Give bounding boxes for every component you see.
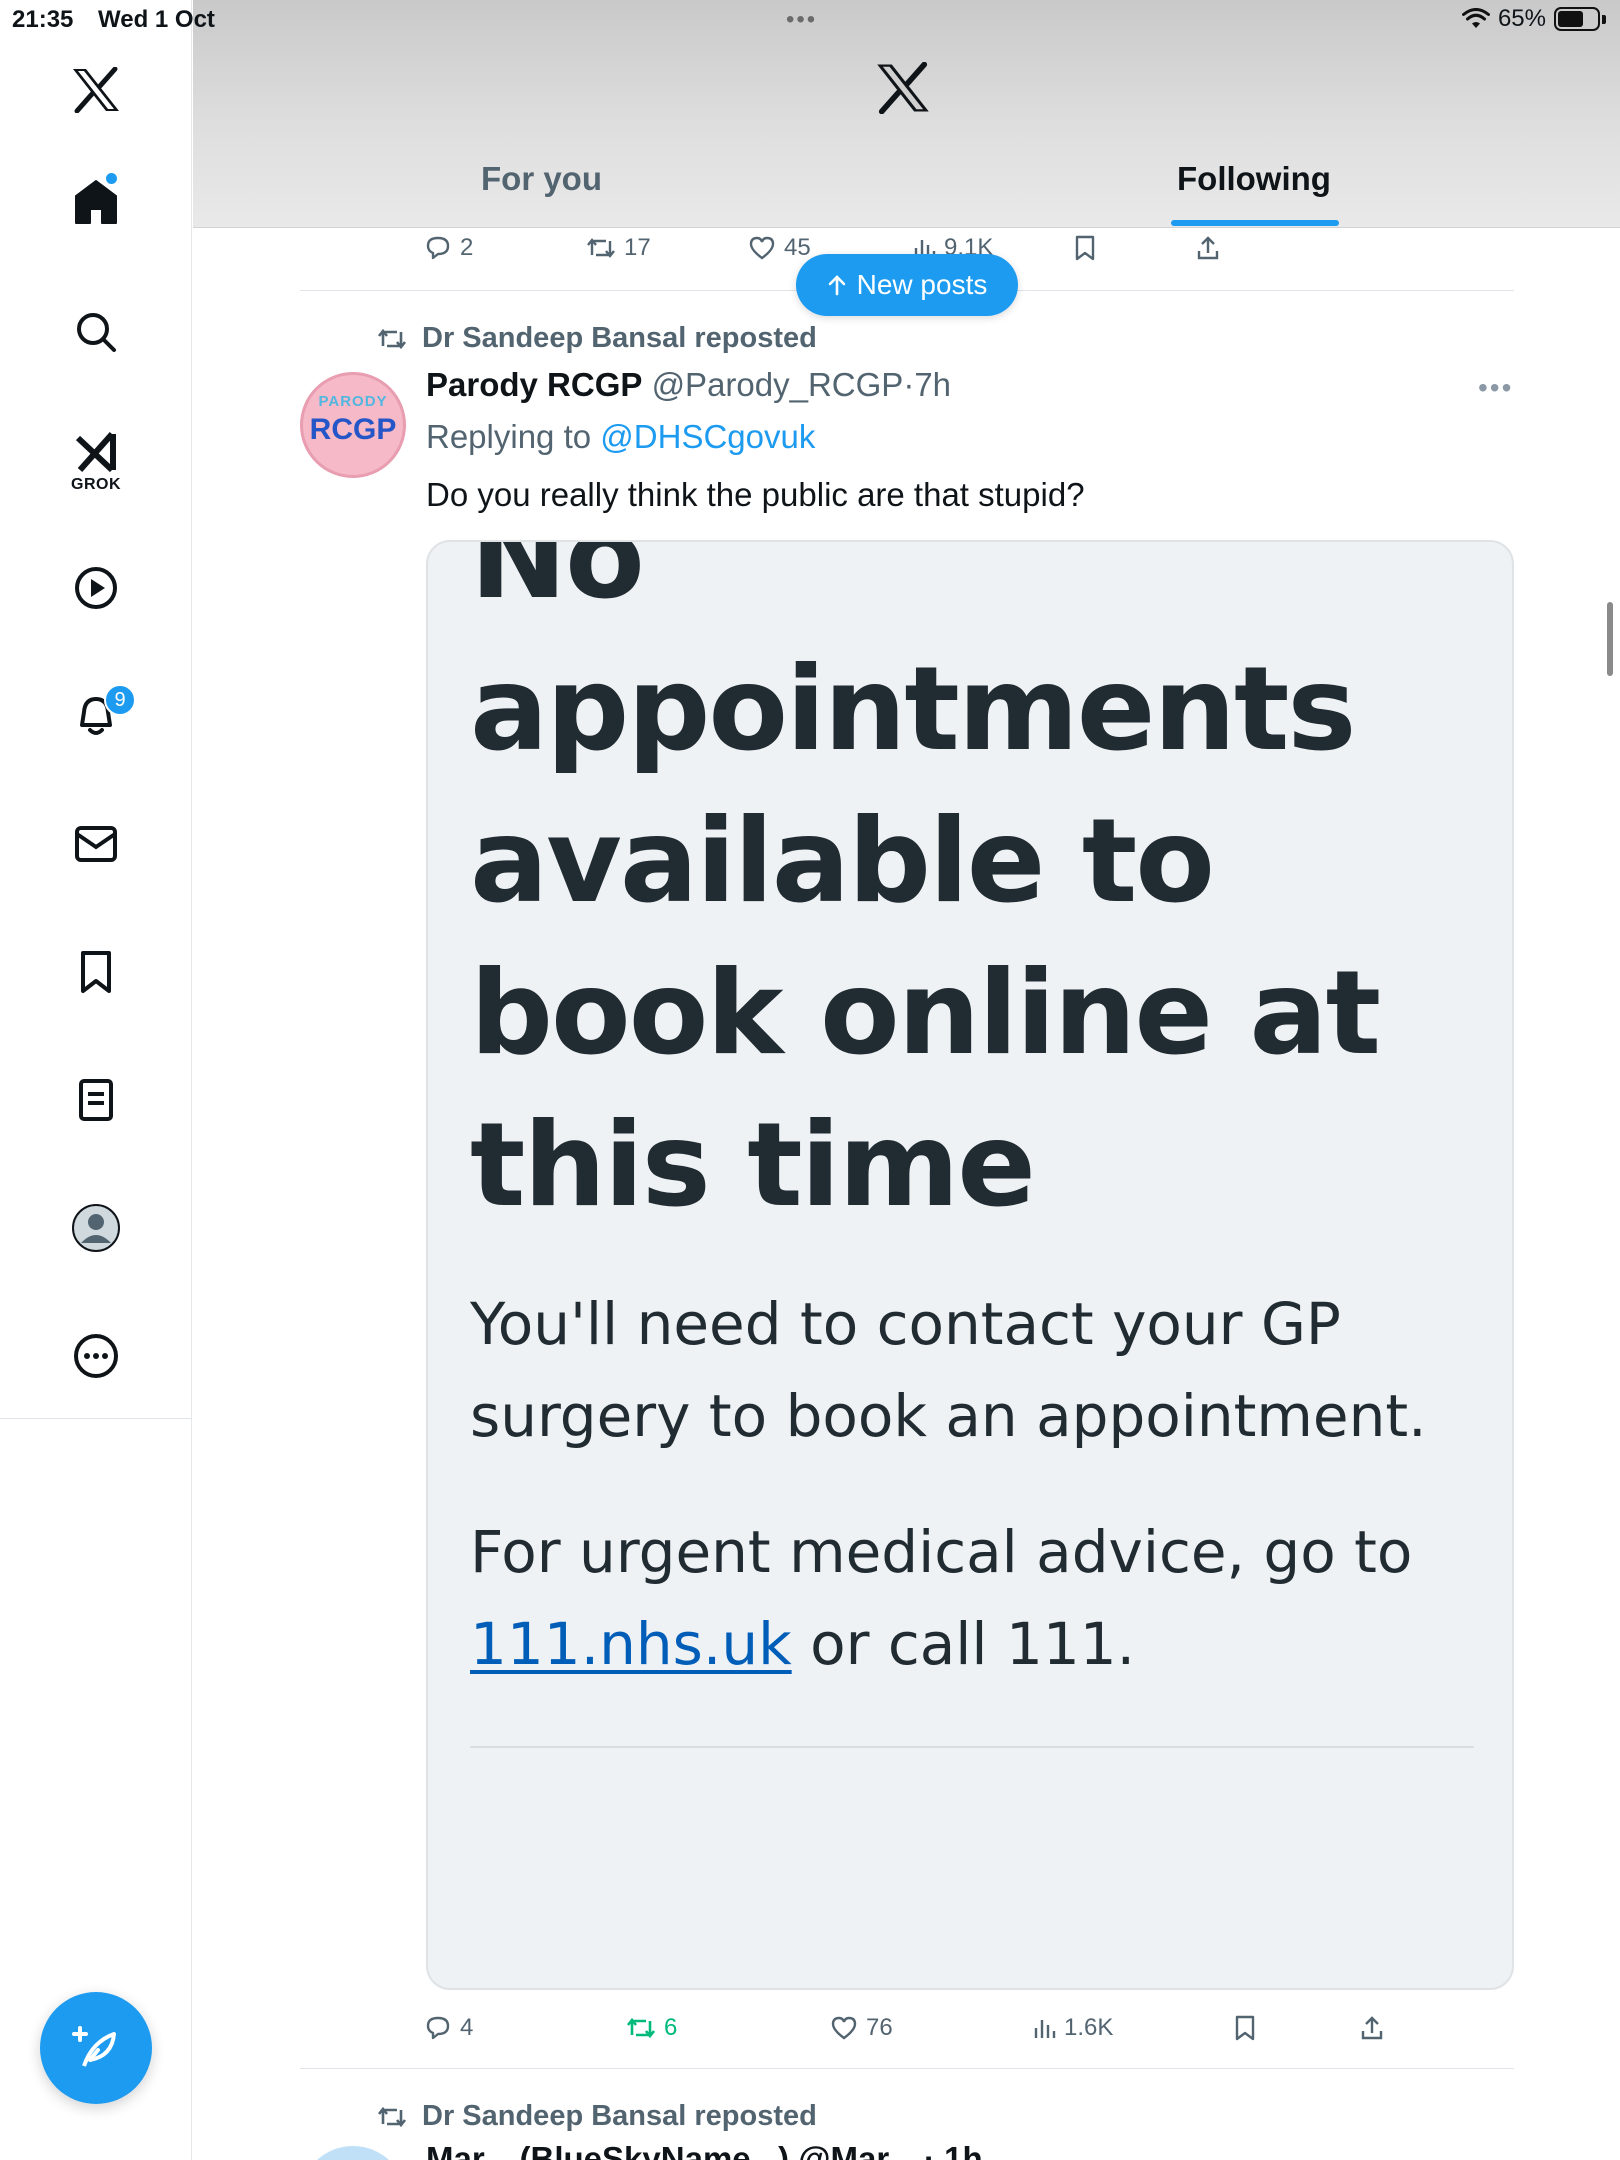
repost-button[interactable]: 6 <box>626 2008 677 2048</box>
status-date: Wed 1 Oct <box>98 6 215 33</box>
arrow-up-icon <box>828 275 845 296</box>
tab-following[interactable]: Following <box>1177 160 1331 198</box>
new-posts-label: New posts <box>856 269 988 300</box>
status-bar: 21:35 Wed 1 Oct ••• 65% <box>0 0 1620 40</box>
like-count: 76 <box>866 2014 893 2041</box>
active-tab-indicator <box>1171 220 1339 226</box>
post-text: Do you really think the public are that … <box>426 476 1085 513</box>
new-posts-button[interactable]: New posts <box>796 254 1018 316</box>
reply-count: 2 <box>460 234 474 261</box>
avatar-main-text: RCGP <box>309 413 397 446</box>
post-actions: 4 6 76 1.6K <box>420 2008 1420 2048</box>
battery-icon <box>1554 7 1600 31</box>
bookmark-icon <box>1075 235 1095 261</box>
compose-button[interactable] <box>40 1992 152 2104</box>
media-p2-prefix: For urgent medical advice, go to <box>470 1518 1413 1586</box>
reply-icon <box>426 2016 450 2040</box>
media-rule <box>470 1746 1474 1748</box>
next-author-partial[interactable]: Mar... (BlueSkyName...) @Mar... · 1h <box>426 2140 983 2160</box>
post-header: Parody RCGP @Parody_RCGP·7h <box>426 366 951 404</box>
battery-level <box>1558 11 1583 27</box>
repost-button[interactable]: 17 <box>586 228 651 268</box>
reply-button[interactable]: 4 <box>424 2008 473 2048</box>
share-icon <box>1361 2016 1383 2040</box>
next-repost-label: Dr Sandeep Bansal reposted <box>422 2100 817 2132</box>
sidebar: GROK 9 <box>0 0 192 2160</box>
multitask-dots[interactable]: ••• <box>786 6 817 34</box>
reply-button[interactable]: 2 <box>424 228 473 268</box>
bookmark-button[interactable] <box>1074 228 1096 268</box>
media-headline: No appointments available to book online… <box>470 540 1381 1233</box>
grok-label: GROK <box>71 476 121 493</box>
post-media-image[interactable]: No appointments available to book online… <box>426 540 1514 1990</box>
notifications-badge: 9 <box>104 684 136 716</box>
repost-count: 17 <box>624 234 651 261</box>
share-button[interactable] <box>1360 2008 1384 2048</box>
bookmarks-icon[interactable] <box>66 942 126 1002</box>
like-count: 45 <box>784 234 811 261</box>
reply-count: 4 <box>460 2014 474 2041</box>
avatar-top-text: PARODY <box>318 393 388 410</box>
heart-icon <box>831 2016 857 2040</box>
sidebar-divider <box>0 1418 192 1419</box>
home-icon[interactable] <box>66 172 126 232</box>
heart-icon <box>749 236 775 260</box>
more-icon[interactable] <box>66 1326 126 1386</box>
author-name[interactable]: Parody RCGP <box>426 366 642 403</box>
repost-icon <box>377 2106 407 2127</box>
next-avatar[interactable] <box>300 2146 406 2160</box>
bookmark-button[interactable] <box>1234 2008 1256 2048</box>
search-icon[interactable] <box>66 302 126 362</box>
tab-for-you[interactable]: For you <box>481 160 602 198</box>
messages-icon[interactable] <box>66 814 126 874</box>
home-unread-dot <box>106 173 117 184</box>
author-handle[interactable]: @Parody_RCGP <box>652 366 904 403</box>
media-p2-suffix: or call 111. <box>810 1610 1136 1678</box>
views-button[interactable]: 1.6K <box>1032 2008 1113 2048</box>
scrollbar[interactable] <box>1607 602 1613 676</box>
repost-icon <box>587 238 615 258</box>
repost-context-label: Dr Sandeep Bansal reposted <box>422 322 817 354</box>
replying-to: Replying to @DHSCgovuk <box>426 418 815 456</box>
next-repost-context[interactable]: Dr Sandeep Bansal reposted <box>376 2100 817 2133</box>
like-button[interactable]: 76 <box>830 2008 893 2048</box>
media-paragraph-2: For urgent medical advice, go to 111.nhs… <box>470 1506 1490 1690</box>
replying-prefix: Replying to <box>426 418 592 455</box>
lists-icon[interactable] <box>66 1070 126 1130</box>
x-logo-icon[interactable] <box>66 60 126 120</box>
wifi-icon <box>1461 8 1490 28</box>
repost-count: 6 <box>664 2014 678 2041</box>
grok-icon[interactable] <box>66 422 126 482</box>
compose-quill-icon <box>72 2026 116 2067</box>
x-header-logo-icon[interactable] <box>875 61 931 119</box>
views-count: 1.6K <box>1064 2014 1114 2041</box>
replying-mention-link[interactable]: @DHSCgovuk <box>600 418 815 455</box>
share-icon <box>1197 236 1219 260</box>
video-icon[interactable] <box>66 558 126 618</box>
reply-icon <box>426 236 450 260</box>
like-button[interactable]: 45 <box>748 228 811 268</box>
profile-icon[interactable] <box>66 1198 126 1258</box>
views-icon <box>1034 2020 1056 2038</box>
battery-nub <box>1602 14 1606 24</box>
media-paragraph-1: You'll need to contact your GP surgery t… <box>470 1290 1427 1450</box>
post-divider <box>300 2068 1514 2069</box>
status-right: 65% <box>1461 5 1606 33</box>
more-options-icon[interactable]: ••• <box>1478 372 1513 404</box>
bookmark-icon <box>1235 2015 1255 2041</box>
repost-context[interactable]: Dr Sandeep Bansal reposted <box>376 322 817 355</box>
share-button[interactable] <box>1196 228 1220 268</box>
repost-icon <box>377 328 407 349</box>
separator-dot: · <box>903 366 915 403</box>
battery-percent: 65% <box>1497 5 1546 32</box>
post-time[interactable]: 7h <box>914 366 951 403</box>
repost-icon <box>626 2017 656 2039</box>
status-time: 21:35 <box>12 6 74 33</box>
avatar[interactable]: PARODY RCGP <box>300 372 406 478</box>
media-nhs-link: 111.nhs.uk <box>470 1610 792 1678</box>
